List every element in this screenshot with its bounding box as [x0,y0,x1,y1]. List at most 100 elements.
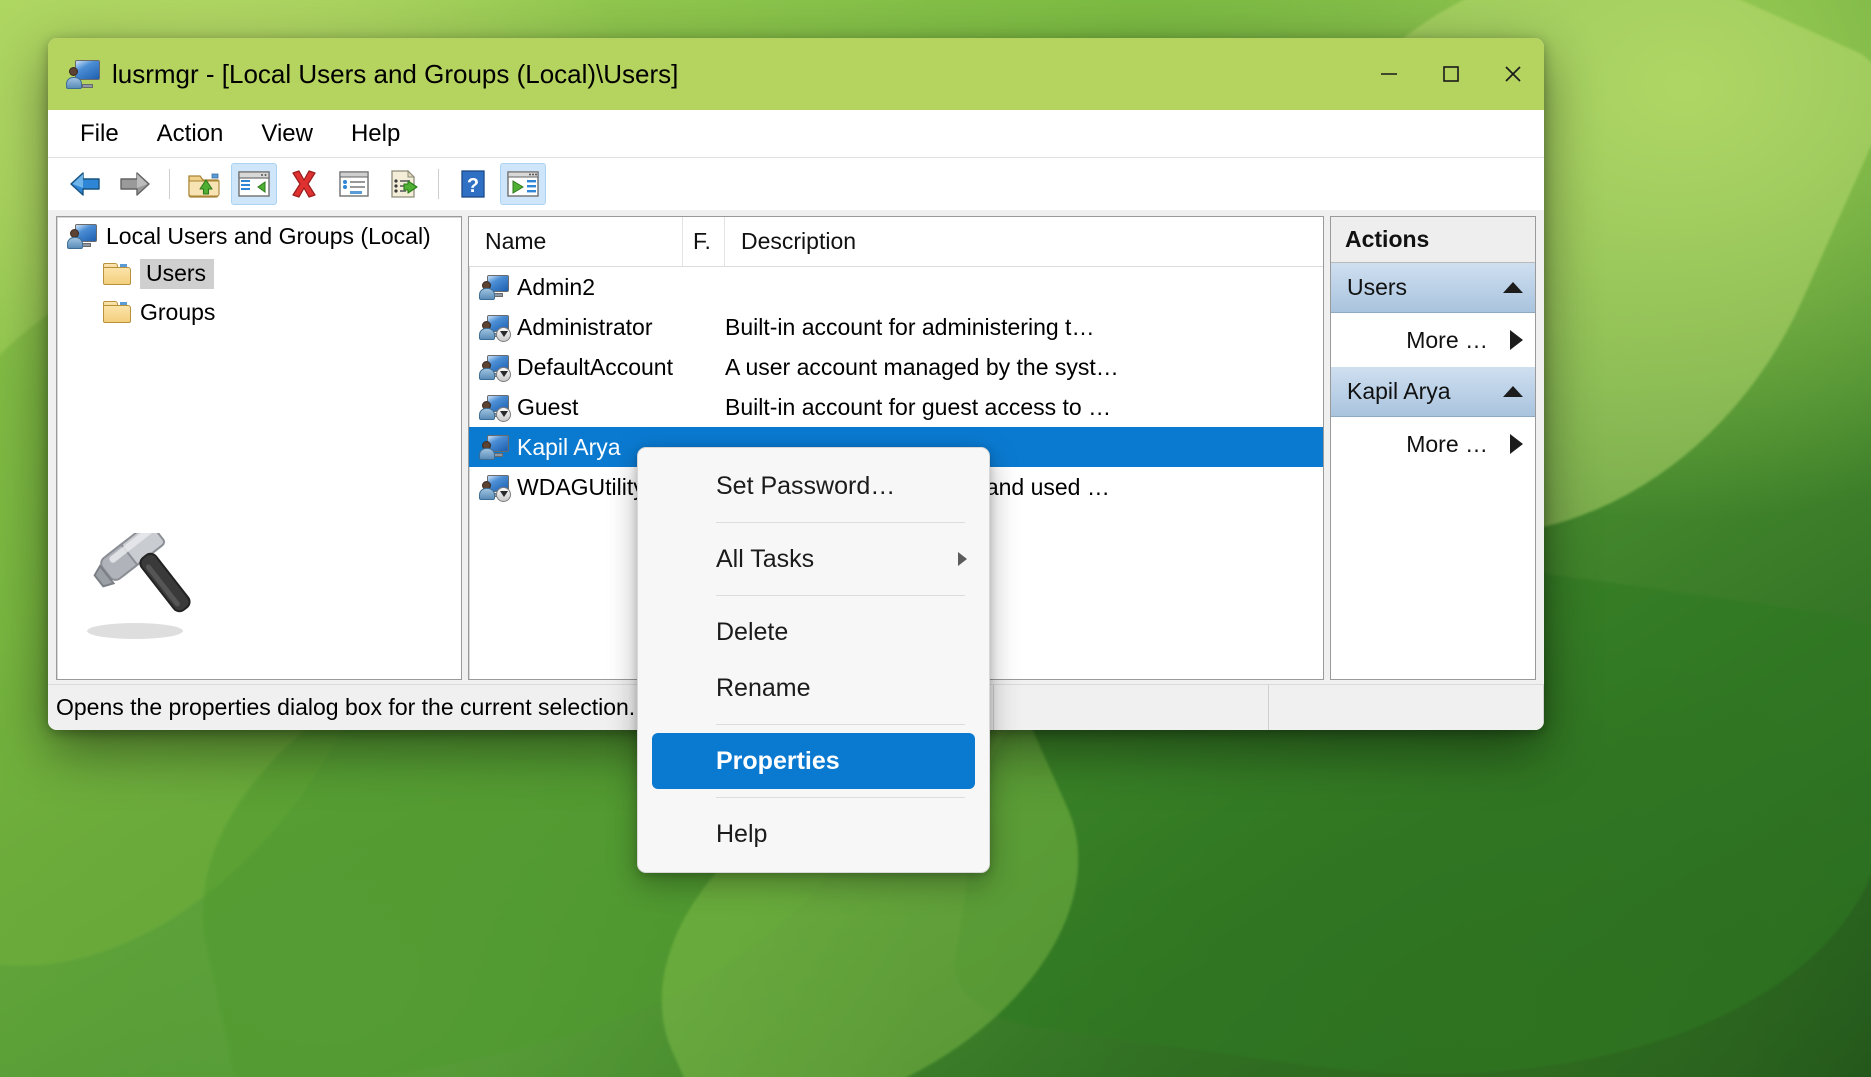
actions-group-users[interactable]: Users [1331,263,1535,313]
context-menu-separator [716,595,965,596]
folder-icon [103,263,131,285]
context-menu-item-set-password-label: Set Password… [716,471,896,500]
column-header-full-name[interactable]: F. [683,217,725,266]
actions-users-more-label: More … [1406,326,1488,353]
actions-kapil-arya-more[interactable]: More … [1331,417,1535,471]
actions-group-users-label: Users [1347,274,1408,300]
menu-help[interactable]: Help [335,117,416,151]
user-icon [479,394,511,422]
user-icon [479,354,511,382]
svg-text:?: ? [467,175,479,197]
context-menu-item-rename-label: Rename [716,673,811,702]
tree-node-groups[interactable]: Groups [57,293,461,331]
context-menu-item-properties[interactable]: Properties [652,733,975,789]
context-menu-item-delete[interactable]: Delete [638,604,989,660]
chevron-right-icon [1510,330,1523,350]
user-description-cell: Built-in account for guest access to … [725,393,1112,420]
chevron-right-icon [1510,434,1523,454]
table-row[interactable]: DefaultAccount A user account managed by… [469,347,1323,387]
table-row[interactable]: Guest Built-in account for guest access … [469,387,1323,427]
user-name-label: DefaultAccount [517,353,673,380]
list-column-headers: Name F. Description [469,217,1323,267]
menu-action[interactable]: Action [141,117,240,151]
user-name-cell: Administrator [469,313,683,342]
column-header-name[interactable]: Name [469,217,683,266]
actions-users-more[interactable]: More … [1331,313,1535,367]
window-controls [1358,38,1544,110]
context-menu-item-help-label: Help [716,819,768,848]
window-title: lusrmgr - [Local Users and Groups (Local… [112,58,679,89]
forward-icon[interactable] [112,163,158,205]
chevron-right-icon [958,552,967,566]
up-folder-icon[interactable] [181,163,227,205]
folder-icon [103,301,131,323]
context-menu-item-rename[interactable]: Rename [638,660,989,716]
show-hide-console-tree-icon[interactable] [231,163,277,205]
user-name-label: Administrator [517,313,653,340]
status-cell-2 [994,685,1269,730]
actions-pane-title: Actions [1331,217,1535,263]
tree-node-groups-label: Groups [140,298,216,325]
show-hide-action-pane-icon[interactable] [500,163,546,205]
close-button[interactable] [1482,38,1544,110]
toolbar-separator [169,169,170,199]
user-icon [479,474,511,502]
account-disabled-badge-icon [496,487,511,502]
help-icon[interactable]: ? [450,163,496,205]
tree-node-root-label: Local Users and Groups (Local) [106,222,431,249]
user-description-cell: A user account managed by the syst… [725,353,1119,380]
context-menu: Set Password… All Tasks Delete Rename Pr… [637,447,990,873]
menu-view[interactable]: View [245,117,329,151]
actions-group-kapil-arya[interactable]: Kapil Arya [1331,367,1535,417]
toolbar: ? [48,158,1544,210]
local-users-and-groups-icon [66,59,100,89]
context-menu-item-all-tasks-label: All Tasks [716,544,815,573]
toolbar-separator-2 [438,169,439,199]
user-icon [479,434,509,460]
back-icon[interactable] [62,163,108,205]
tree-node-users[interactable]: Users [57,255,461,293]
properties-icon[interactable] [331,163,377,205]
minimize-button[interactable] [1358,38,1420,110]
chevron-up-icon[interactable] [1503,386,1523,397]
status-cell-3 [1269,685,1544,730]
account-disabled-badge-icon [496,407,511,422]
context-menu-separator [716,522,965,523]
tree-node-root[interactable]: Local Users and Groups (Local) [57,217,461,255]
hammer-icon [75,522,205,643]
user-name-cell: Guest [469,393,683,422]
context-menu-separator [716,724,965,725]
table-row[interactable]: Administrator Built-in account for admin… [469,307,1323,347]
user-name-label: Guest [517,393,579,420]
account-disabled-badge-icon [496,327,511,342]
user-name-cell: DefaultAccount [469,353,683,382]
actions-kapil-arya-more-label: More … [1406,430,1488,457]
title-bar[interactable]: lusrmgr - [Local Users and Groups (Local… [48,38,1544,110]
column-header-description[interactable]: Description [725,217,1323,266]
menu-file[interactable]: File [64,117,135,151]
user-name-cell: Admin2 [469,274,683,301]
context-menu-item-all-tasks[interactable]: All Tasks [638,531,989,587]
table-row[interactable]: Admin2 [469,267,1323,307]
user-icon [479,274,509,300]
chevron-up-icon[interactable] [1503,282,1523,293]
export-list-icon[interactable] [381,163,427,205]
maximize-button[interactable] [1420,38,1482,110]
context-menu-separator [716,797,965,798]
user-name-label: Kapil Arya [517,433,621,460]
user-name-label: Admin2 [517,273,595,300]
context-menu-item-properties-label: Properties [716,746,840,775]
user-description-cell: Built-in account for administering t… [725,313,1095,340]
account-disabled-badge-icon [496,367,511,382]
actions-group-kapil-arya-label: Kapil Arya [1347,378,1451,404]
tree-node-users-label: Users [140,259,215,289]
delete-icon[interactable] [281,163,327,205]
console-tree-pane: Local Users and Groups (Local) Users Gro… [56,216,462,680]
context-menu-item-delete-label: Delete [716,617,789,646]
context-menu-item-help[interactable]: Help [638,806,989,862]
actions-pane: Actions Users More … Kapil Arya More … [1330,216,1536,680]
context-menu-item-set-password[interactable]: Set Password… [638,458,989,514]
menu-bar: File Action View Help [48,110,1544,158]
user-icon [479,314,511,342]
computer-users-icon [67,223,97,249]
